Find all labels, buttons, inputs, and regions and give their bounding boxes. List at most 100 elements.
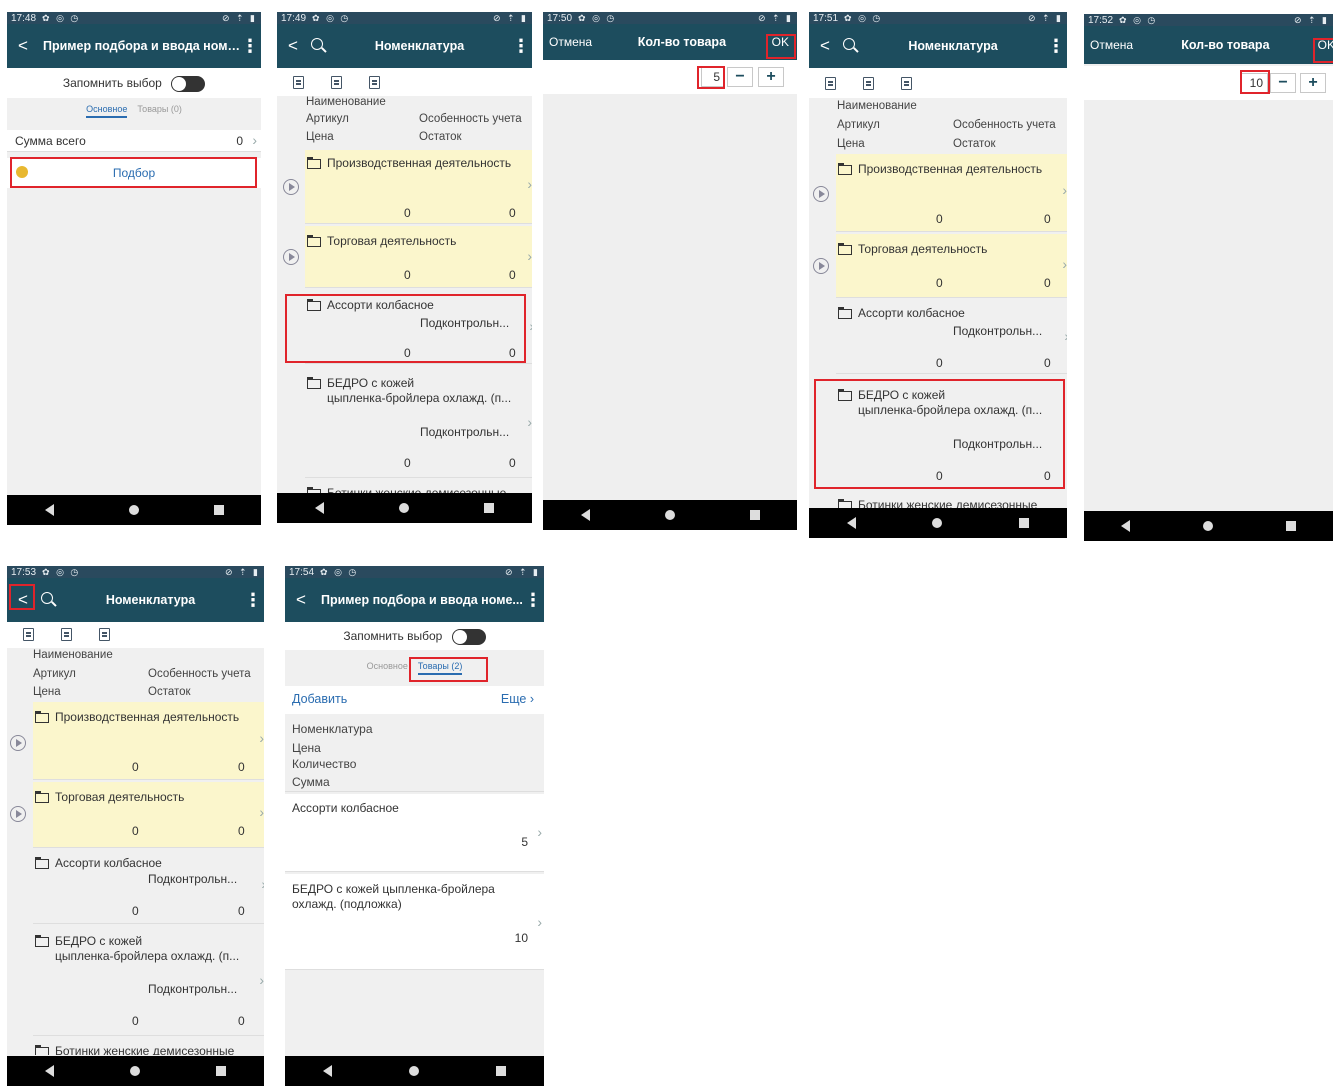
back-icon[interactable]: < (815, 36, 835, 56)
status-time: 17:52 (1088, 14, 1114, 26)
chevron-right-icon: › (537, 914, 542, 930)
item-price: 0 (936, 276, 943, 290)
goods-row[interactable]: Ассорти колбасное 5 › (285, 794, 544, 872)
nav-recent-icon[interactable] (216, 1066, 226, 1076)
decrement-button[interactable]: − (727, 67, 753, 87)
back-icon[interactable]: < (291, 590, 311, 610)
nav-recent-icon[interactable] (495, 1066, 506, 1076)
list-item[interactable]: Ассорти колбасное Подконтрольн... › 0 0 (305, 294, 532, 364)
list-item[interactable]: БЕДРО с кожей цыпленка-бройлера охлажд. … (305, 372, 532, 478)
chevron-right-icon: › (259, 972, 264, 988)
pick-row[interactable]: Подбор (7, 158, 261, 188)
back-icon[interactable]: < (13, 590, 33, 610)
list-item[interactable]: Производственная деятельность › 0 0 (33, 702, 264, 780)
goods-name: Ассорти колбасное (292, 801, 399, 815)
nav-home-icon[interactable] (664, 510, 675, 520)
play-icon[interactable] (10, 806, 26, 822)
nav-recent-icon[interactable] (749, 510, 760, 520)
tree-view-icon[interactable] (61, 628, 72, 641)
list-item[interactable]: Ботинки женские демисезонные (836, 498, 1067, 508)
pick-button[interactable]: Подбор (7, 166, 261, 180)
nav-back-icon[interactable] (45, 1065, 54, 1077)
nav-home-icon[interactable] (130, 1066, 140, 1076)
ok-button[interactable]: OK (772, 35, 789, 49)
page-title: Номенклатура (374, 39, 465, 53)
increment-button[interactable]: + (758, 67, 784, 87)
search-icon[interactable] (39, 591, 57, 609)
play-icon[interactable] (813, 186, 829, 202)
nav-home-icon[interactable] (128, 505, 139, 515)
table-view-icon[interactable] (369, 76, 380, 89)
nav-home-icon[interactable] (932, 518, 943, 528)
tab-goods[interactable]: Товары (2) (417, 661, 463, 675)
nav-home-icon[interactable] (408, 1066, 419, 1076)
more-menu-icon[interactable]: ⋮ (524, 591, 542, 609)
play-icon[interactable] (10, 735, 26, 751)
nav-back-icon[interactable] (1120, 520, 1130, 532)
more-button[interactable]: Еще › (501, 692, 534, 706)
add-button[interactable]: Добавить (292, 692, 347, 706)
status-bar: 17:50 ✿ ◎ ◷ ⊘ ⇡ ▮ (543, 12, 797, 24)
more-menu-icon[interactable]: ⋮ (512, 37, 530, 55)
item-name: БЕДРО с кожей (327, 376, 415, 390)
nav-recent-icon[interactable] (213, 505, 224, 515)
list-item[interactable]: Ботинки женские демисезонные (33, 1043, 264, 1055)
tree-view-icon[interactable] (863, 77, 874, 90)
remember-toggle[interactable] (451, 628, 486, 645)
tab-main[interactable]: Основное (367, 661, 408, 675)
table-view-icon[interactable] (901, 77, 912, 90)
back-icon[interactable]: < (13, 36, 33, 56)
more-menu-icon[interactable]: ⋮ (1047, 37, 1065, 55)
nav-home-icon[interactable] (398, 503, 409, 513)
list-view-icon[interactable] (23, 628, 34, 641)
nav-recent-icon[interactable] (1286, 521, 1297, 531)
list-item[interactable]: Ассорти колбасное Подконтрольн... › 0 0 (836, 302, 1067, 374)
item-feature: Подконтрольн... (148, 872, 238, 886)
goods-toolbar: Добавить Еще › (285, 686, 544, 714)
list-item[interactable]: БЕДРО с кожей цыпленка-бройлера охлажд. … (33, 930, 264, 1036)
list-view-icon[interactable] (825, 77, 836, 90)
list-item[interactable]: Торговая деятельность › 0 0 (836, 234, 1067, 298)
search-icon[interactable] (841, 37, 859, 55)
tab-main[interactable]: Основное (86, 104, 128, 118)
play-icon[interactable] (813, 258, 829, 274)
back-icon[interactable]: < (283, 36, 303, 56)
quantity-field[interactable]: 10 (1240, 73, 1268, 93)
list-item[interactable]: Торговая деятельность › 0 0 (305, 226, 532, 288)
tree-view-icon[interactable] (331, 76, 342, 89)
list-item[interactable]: Производственная деятельность › 0 0 (836, 154, 1067, 232)
item-price: 0 (404, 268, 411, 282)
ok-button[interactable]: OK (1318, 38, 1333, 52)
table-view-icon[interactable] (99, 628, 110, 641)
nav-back-icon[interactable] (847, 517, 857, 529)
nav-recent-icon[interactable] (1018, 518, 1029, 528)
list-item[interactable]: Производственная деятельность › 0 0 (305, 150, 532, 224)
tab-goods[interactable]: Товары (0) (137, 104, 181, 118)
list-item[interactable]: БЕДРО с кожей цыпленка-бройлера охлажд. … (836, 382, 1067, 488)
nav-back-icon[interactable] (580, 509, 590, 521)
nav-home-icon[interactable] (1202, 521, 1213, 531)
more-menu-icon[interactable]: ⋮ (244, 591, 262, 609)
list-item[interactable]: Торговая деятельность › 0 0 (33, 782, 264, 848)
increment-button[interactable]: + (1300, 73, 1326, 93)
play-icon[interactable] (283, 179, 299, 195)
item-price: 0 (404, 456, 411, 470)
play-icon[interactable] (283, 249, 299, 265)
remember-toggle[interactable] (171, 75, 206, 92)
sum-row[interactable]: Сумма всего 0 › (7, 130, 261, 152)
decrement-button[interactable]: − (1270, 73, 1296, 93)
goods-row[interactable]: БЕДРО с кожей цыпленка-бройлера охлажд. … (285, 874, 544, 970)
list-view-icon[interactable] (293, 76, 304, 89)
nav-back-icon[interactable] (44, 504, 54, 516)
nav-back-icon[interactable] (323, 1065, 333, 1077)
list-item[interactable]: Ассорти колбасное Подконтрольн... › 0 0 (33, 852, 264, 924)
search-icon[interactable] (309, 37, 327, 55)
nav-back-icon[interactable] (314, 502, 324, 514)
cancel-button[interactable]: Отмена (549, 35, 592, 49)
cancel-button[interactable]: Отмена (1090, 38, 1133, 52)
more-menu-icon[interactable]: ⋮ (241, 37, 259, 55)
item-price: 0 (936, 356, 943, 370)
item-stock: 0 (509, 268, 516, 282)
quantity-field[interactable]: 5 (701, 67, 725, 87)
nav-recent-icon[interactable] (484, 503, 495, 513)
